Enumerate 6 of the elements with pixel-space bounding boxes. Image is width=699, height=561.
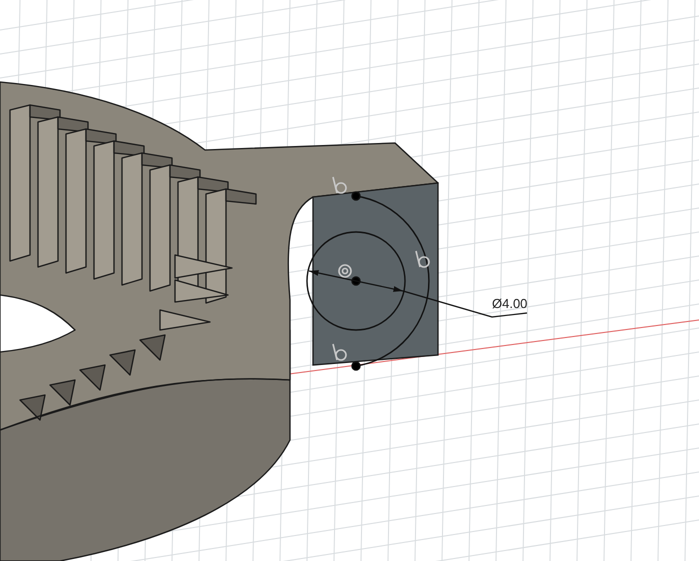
cad-viewport[interactable]: Ø4.00 xyxy=(0,0,699,561)
dimension-label[interactable]: Ø4.00 xyxy=(492,296,528,311)
tangent-constraint-icon[interactable] xyxy=(332,176,347,194)
concentric-constraint-icon[interactable] xyxy=(338,264,352,278)
tangent-constraint-icon[interactable] xyxy=(415,250,430,268)
dimension-line[interactable] xyxy=(308,270,528,318)
